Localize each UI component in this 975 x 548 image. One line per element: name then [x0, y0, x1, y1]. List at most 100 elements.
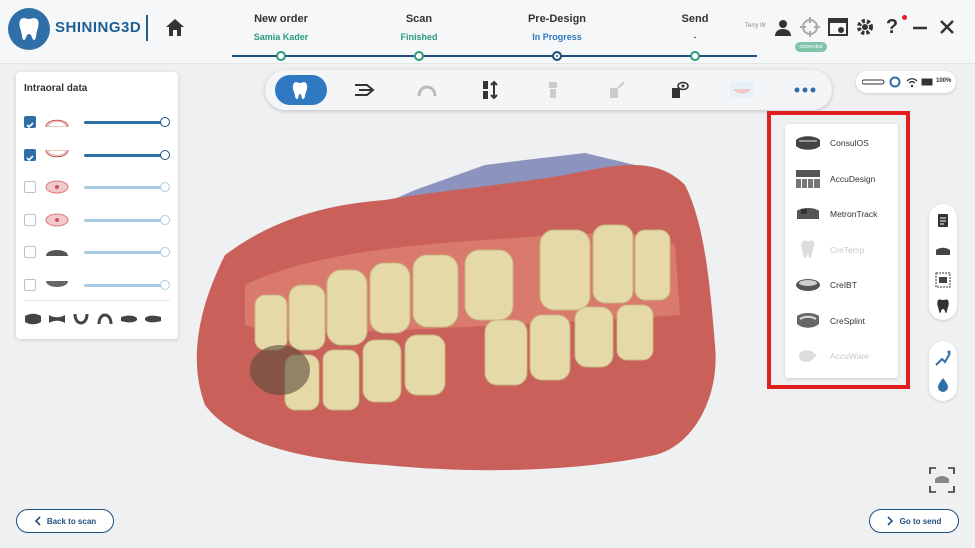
- step-status: Finished: [400, 32, 438, 42]
- close-icon[interactable]: [936, 16, 958, 38]
- right-tool-group: [929, 204, 957, 320]
- window-settings-icon[interactable]: [827, 16, 849, 38]
- battery-level: 100%: [936, 78, 952, 84]
- jaw-view-icon[interactable]: [935, 244, 951, 260]
- data-row-lower-jaw: [24, 147, 172, 163]
- bite-adjust-button[interactable]: [464, 75, 516, 105]
- margin-tool-button[interactable]: [338, 75, 390, 105]
- wifi-icon: [906, 78, 918, 88]
- view-front-icon[interactable]: [24, 312, 42, 326]
- dental-3d-model[interactable]: [185, 145, 730, 480]
- brand-name: SHINING3D: [55, 19, 142, 36]
- upper-gray-jaw-icon: [46, 250, 68, 256]
- slider-knob[interactable]: [160, 247, 170, 257]
- step-dot-active: [552, 51, 562, 61]
- step-dot: [690, 51, 700, 61]
- top-bar: SHINING3D New order Samia Kader Scan Fin…: [0, 0, 975, 64]
- data-row-lower-gray: [24, 277, 172, 293]
- button-label: Go to send: [899, 516, 942, 526]
- opacity-slider[interactable]: [84, 215, 170, 225]
- fit-view-icon[interactable]: [929, 467, 955, 493]
- view-right-icon[interactable]: [144, 312, 162, 326]
- divider: [24, 300, 170, 301]
- inspect-tool-button[interactable]: [653, 75, 705, 105]
- margin-icon: [355, 84, 375, 96]
- checkbox[interactable]: [24, 181, 36, 193]
- opacity-slider[interactable]: [84, 150, 170, 160]
- step-new-order[interactable]: New order Samia Kader: [221, 13, 341, 42]
- step-status: In Progress: [532, 32, 582, 42]
- network-icon[interactable]: [799, 16, 821, 38]
- tooth-icon: [292, 82, 308, 99]
- upper-prep-icon: [45, 180, 69, 194]
- slider-knob[interactable]: [160, 117, 170, 127]
- grid-teeth-icon[interactable]: [935, 272, 951, 288]
- view-top-icon[interactable]: [96, 312, 114, 326]
- checkbox[interactable]: [24, 149, 36, 162]
- go-to-send-button[interactable]: Go to send: [869, 509, 959, 533]
- slider-knob[interactable]: [160, 280, 170, 290]
- checkbox[interactable]: [24, 214, 36, 226]
- arch-icon: [417, 85, 437, 97]
- water-drop-icon[interactable]: [935, 377, 951, 393]
- more-tools-button[interactable]: [779, 75, 831, 105]
- step-title: Pre-Design: [527, 13, 587, 25]
- user-icon[interactable]: [772, 16, 794, 38]
- notification-dot: [902, 15, 907, 20]
- tooth-icon[interactable]: [935, 298, 951, 314]
- step-send[interactable]: Send -: [635, 13, 755, 42]
- bite-icon: [483, 80, 498, 100]
- brush-icon: [610, 81, 625, 98]
- implant-icon: [549, 82, 557, 98]
- right-tool-group: [929, 341, 957, 401]
- data-row-lower-prep: [24, 212, 172, 228]
- smile-design-button[interactable]: [716, 75, 768, 105]
- panel-title: Intraoral data: [24, 83, 88, 94]
- opacity-slider[interactable]: [84, 182, 170, 192]
- lower-gray-jaw-icon: [46, 281, 68, 287]
- intraoral-data-panel: Intraoral data: [16, 72, 178, 339]
- chevron-right-icon: [887, 516, 893, 526]
- opacity-slider[interactable]: [84, 247, 170, 257]
- view-left-icon[interactable]: [120, 312, 138, 326]
- more-icon: [794, 87, 816, 93]
- data-row-upper-jaw: [24, 114, 172, 130]
- auto-align-icon[interactable]: [935, 350, 951, 366]
- arch-tool-button[interactable]: [401, 75, 453, 105]
- divider: [146, 15, 148, 41]
- eye-tooth-icon: [672, 81, 689, 98]
- button-label: Back to scan: [46, 516, 97, 526]
- checkbox[interactable]: [24, 116, 36, 129]
- device-status: 100%: [856, 71, 956, 93]
- clipboard-icon[interactable]: [935, 212, 951, 228]
- slider-knob[interactable]: [160, 182, 170, 192]
- user-name: Terry W: [745, 23, 766, 29]
- step-scan[interactable]: Scan Finished: [359, 13, 479, 42]
- view-back-icon[interactable]: [48, 312, 66, 326]
- slider-knob[interactable]: [160, 150, 170, 160]
- slider-knob[interactable]: [160, 215, 170, 225]
- connection-pill: connected: [795, 42, 827, 52]
- opacity-slider[interactable]: [84, 117, 170, 127]
- opacity-slider[interactable]: [84, 280, 170, 290]
- help-icon[interactable]: ?: [881, 16, 903, 38]
- gear-icon[interactable]: [854, 16, 876, 38]
- back-to-scan-button[interactable]: Back to scan: [16, 509, 114, 533]
- brush-tool-button[interactable]: [590, 75, 642, 105]
- implant-tool-button[interactable]: [527, 75, 579, 105]
- checkbox[interactable]: [24, 246, 36, 258]
- step-pre-design[interactable]: Pre-Design In Progress: [497, 13, 617, 42]
- smile-icon: [730, 82, 754, 98]
- design-toolbar: [265, 70, 832, 110]
- lower-jaw-icon: [45, 149, 69, 158]
- minimize-icon[interactable]: [909, 16, 931, 38]
- home-icon[interactable]: [163, 16, 187, 40]
- upper-jaw-icon: [45, 119, 69, 128]
- step-title: New order: [254, 13, 308, 25]
- step-status: Samia Kader: [253, 32, 309, 42]
- tooth-select-button[interactable]: [275, 75, 327, 105]
- sync-icon: [889, 76, 901, 88]
- progress-line: [232, 55, 757, 57]
- checkbox[interactable]: [24, 279, 36, 291]
- view-bottom-icon[interactable]: [72, 312, 90, 326]
